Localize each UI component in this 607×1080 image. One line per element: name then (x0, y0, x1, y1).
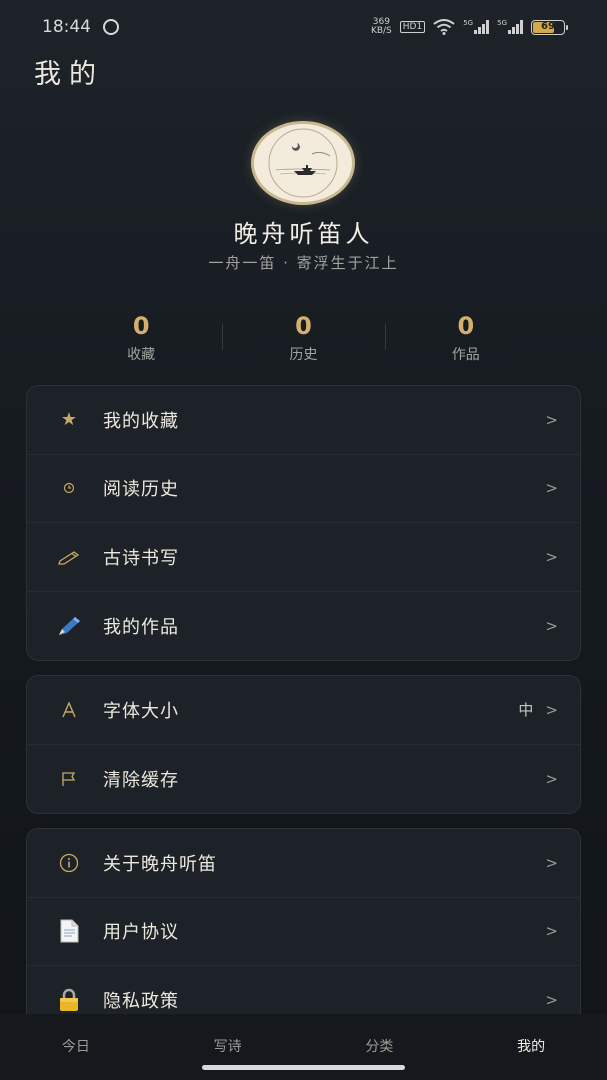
stat-value: 0 (132, 312, 150, 340)
menu-item-about[interactable]: 关于晚舟听笛 > (27, 829, 580, 898)
page-title: 我的 (34, 59, 104, 90)
stat-label: 收藏 (127, 347, 156, 363)
stat-label: 历史 (289, 347, 318, 363)
signal-2: 5G (497, 20, 523, 34)
avatar[interactable] (254, 124, 352, 202)
status-icons: 369 KB/S HD1 5G 5G 69 (371, 18, 568, 36)
star-icon: ★ (60, 409, 78, 431)
menu-item-label: 关于晚舟听笛 (103, 853, 217, 875)
menu-item-history[interactable]: 阅读历史 > (27, 455, 580, 523)
signature: 一舟一笛 · 寄浮生于江上 (208, 254, 399, 272)
font-icon (55, 701, 83, 718)
lock-icon (55, 988, 83, 1012)
stat-history[interactable]: 0 历史 (222, 310, 384, 370)
chevron-right-icon: > (545, 853, 558, 872)
pencil-icon (55, 549, 83, 565)
bottom-nav: 今日 写诗 分类 我的 (0, 1014, 607, 1080)
network-speed: 369 KB/S (371, 18, 392, 36)
chevron-right-icon: > (545, 991, 558, 1010)
chevron-right-icon: > (545, 410, 558, 429)
menu-item-calligraphy[interactable]: 古诗书写 > (27, 523, 580, 592)
status-bar: 18:44 369 KB/S HD1 5G 5G 69 (0, 0, 607, 54)
chevron-right-icon: > (545, 922, 558, 941)
hd-badge: HD1 (399, 21, 426, 33)
signal-bars-icon (508, 20, 523, 34)
menu-item-label: 古诗书写 (103, 547, 179, 569)
menu-card-content: ★ 我的收藏 > 阅读历史 > 古诗书写 > 我的作品 > (26, 385, 581, 661)
menu-item-label: 用户协议 (103, 922, 179, 944)
menu-item-works[interactable]: 我的作品 > (27, 592, 580, 661)
font-size-value: 中 (518, 701, 534, 720)
signal-1-label: 5G (463, 19, 474, 27)
status-time: 18:44 (42, 17, 91, 37)
menu-item-label: 清除缓存 (103, 769, 179, 791)
menu-item-favorites[interactable]: ★ 我的收藏 > (27, 386, 580, 455)
tab-mine[interactable]: 我的 (455, 1036, 607, 1056)
signal-2-label: 5G (497, 19, 507, 27)
menu-item-label: 阅读历史 (103, 479, 179, 501)
stat-works[interactable]: 0 作品 (384, 310, 547, 370)
nickname: 晚舟听笛人 (233, 220, 374, 248)
wifi-icon (433, 19, 455, 35)
network-speed-unit: KB/S (370, 26, 392, 36)
signal-bars-icon (474, 20, 490, 34)
tab-today[interactable]: 今日 (0, 1036, 152, 1056)
pen-icon (55, 615, 83, 637)
document-icon (55, 919, 83, 943)
chevron-right-icon: > (545, 769, 558, 788)
tab-category[interactable]: 分类 (304, 1036, 456, 1056)
stat-value: 0 (457, 312, 475, 340)
battery-level: 69 (541, 20, 555, 32)
menu-item-font-size[interactable]: 字体大小 中 > (27, 676, 580, 745)
menu-card-about: 关于晚舟听笛 > 用户协议 > 隐私政策 > (26, 828, 581, 1036)
chevron-right-icon: > (545, 700, 558, 719)
menu-item-label: 隐私政策 (103, 991, 179, 1013)
menu-item-label: 字体大小 (103, 700, 179, 722)
flag-icon (55, 771, 83, 787)
clock-icon (55, 482, 83, 494)
battery-icon: 69 (531, 19, 568, 35)
menu-item-label: 我的收藏 (103, 410, 179, 432)
menu-item-clear-cache[interactable]: 清除缓存 > (27, 745, 580, 814)
signal-1: 5G (463, 19, 490, 34)
home-indicator[interactable] (202, 1065, 405, 1070)
chevron-right-icon: > (545, 479, 558, 498)
chevron-right-icon: > (545, 547, 558, 566)
stat-value: 0 (295, 312, 312, 340)
stat-label: 作品 (451, 347, 480, 363)
menu-item-user-agreement[interactable]: 用户协议 > (27, 898, 580, 966)
menu-card-settings: 字体大小 中 > 清除缓存 > (26, 675, 581, 814)
info-icon (55, 853, 83, 873)
menu-item-label: 我的作品 (103, 616, 179, 638)
stats-bar: 0 收藏 0 历史 0 作品 (60, 310, 547, 370)
notification-icon (103, 19, 119, 35)
boat-landscape-icon (268, 128, 338, 198)
stat-favorites[interactable]: 0 收藏 (60, 310, 222, 370)
tab-write-poem[interactable]: 写诗 (152, 1036, 304, 1056)
chevron-right-icon: > (545, 616, 558, 635)
